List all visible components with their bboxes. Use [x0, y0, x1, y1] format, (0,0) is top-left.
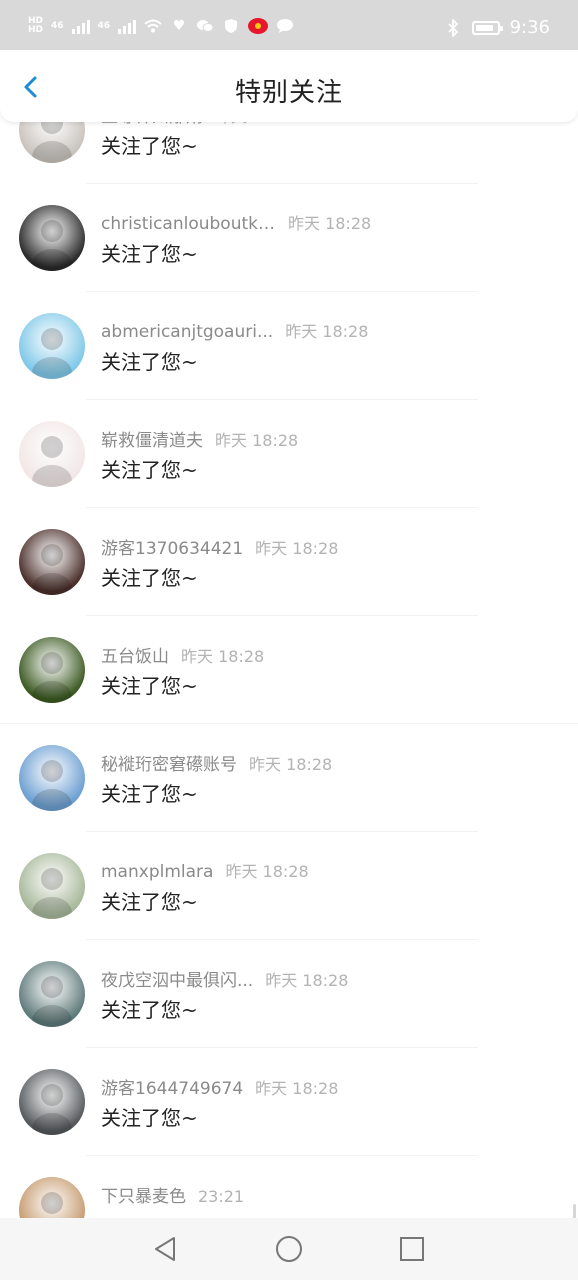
notification-message: 关注了您~	[101, 1106, 198, 1130]
status-time: 9:36	[509, 17, 550, 38]
navigation-bar	[0, 1218, 578, 1280]
timestamp: 昨天 18:28	[181, 647, 265, 666]
network-label-1: 46	[51, 20, 64, 31]
list-item[interactable]: 下只暴麦色 23:21	[0, 1156, 578, 1218]
notification-message: 关注了您~	[101, 782, 198, 806]
item-meta: manxplmlara 昨天 18:28	[101, 858, 309, 882]
item-meta: abmericanjtgoauri... 昨天 18:28	[101, 318, 368, 342]
recents-square-icon	[400, 1237, 424, 1261]
follow-list-rows: 至尊神州邴婿昨天 18:28关注了您~christicanlouboutki..…	[0, 122, 578, 1218]
list-item[interactable]: 游客1370634421 昨天 18:28 关注了您~	[0, 508, 578, 616]
notification-message: 关注了您~	[101, 998, 198, 1022]
shield-icon	[222, 18, 240, 34]
username[interactable]: 至尊神州邴婿	[101, 122, 203, 127]
item-meta: 至尊神州邴婿 昨天 18:28	[101, 122, 298, 127]
username[interactable]: 游客1370634421	[101, 534, 243, 559]
timestamp: 昨天 18:28	[215, 122, 298, 126]
timestamp: 昨天 18:28	[285, 322, 369, 341]
notification-message: 关注了您~	[101, 134, 198, 158]
notification-message: 关注了您~	[101, 350, 198, 374]
nav-recents-button[interactable]	[397, 1234, 427, 1264]
username[interactable]: abmericanjtgoauri...	[101, 322, 273, 342]
back-triangle-icon	[155, 1237, 175, 1261]
wifi-icon	[144, 18, 162, 34]
avatar[interactable]	[19, 1069, 85, 1135]
item-meta: 游客1644749674 昨天 18:28	[101, 1074, 338, 1099]
username[interactable]: 夜戊空泅中最俱闪...	[101, 966, 253, 991]
username[interactable]: 游客1644749674	[101, 1074, 243, 1099]
avatar[interactable]	[19, 745, 85, 811]
timestamp: 昨天 18:28	[255, 1079, 339, 1098]
bluetooth-icon	[444, 18, 462, 37]
avatar[interactable]	[19, 205, 85, 271]
list-item[interactable]: 秘褷珩密窘礤账号 昨天 18:28 关注了您~	[0, 724, 578, 832]
signal-icon	[118, 18, 137, 34]
list-item[interactable]: 夜戊空泅中最俱闪... 昨天 18:28 关注了您~	[0, 940, 578, 1048]
signal-icon	[71, 18, 90, 34]
username[interactable]: christicanlouboutki...	[101, 214, 276, 234]
avatar[interactable]	[19, 853, 85, 919]
list-item[interactable]: 崭救僵清道夫 昨天 18:28 关注了您~	[0, 400, 578, 508]
hd-icon: HD HD	[28, 16, 44, 35]
follow-list[interactable]: 至尊神州邴婿昨天 18:28关注了您~christicanlouboutki..…	[0, 122, 578, 1218]
username[interactable]: manxplmlara	[101, 862, 213, 882]
timestamp: 昨天 18:28	[255, 539, 339, 558]
status-right: 9:36	[444, 17, 550, 38]
avatar[interactable]	[19, 122, 85, 163]
scrollbar[interactable]	[573, 1204, 576, 1218]
battery-icon	[471, 20, 503, 35]
username[interactable]: 秘褷珩密窘礤账号	[101, 750, 237, 775]
item-meta: 夜戊空泅中最俱闪... 昨天 18:28	[101, 966, 348, 991]
notification-message: 关注了您~	[101, 890, 198, 914]
status-left: HD HD 46 46 ♥	[28, 17, 294, 35]
list-item[interactable]: 五台饭山 昨天 18:28 关注了您~	[0, 616, 578, 724]
weibo-icon	[248, 18, 269, 34]
home-circle-icon	[276, 1236, 302, 1262]
list-item[interactable]: abmericanjtgoauri... 昨天 18:28 关注了您~	[0, 292, 578, 400]
page-header: 特别关注	[0, 50, 578, 122]
timestamp: 昨天 18:28	[288, 214, 372, 233]
avatar[interactable]	[19, 1177, 85, 1218]
timestamp: 23:21	[198, 1187, 245, 1206]
wechat-icon	[196, 18, 214, 34]
avatar[interactable]	[19, 421, 85, 487]
avatar[interactable]	[19, 637, 85, 703]
username[interactable]: 下只暴麦色	[101, 1182, 186, 1207]
heart-icon: ♥	[172, 18, 186, 34]
network-label-2: 46	[97, 20, 111, 31]
avatar[interactable]	[19, 313, 85, 379]
notification-message: 关注了您~	[101, 458, 198, 482]
avatar[interactable]	[19, 961, 85, 1027]
timestamp: 昨天 18:28	[225, 862, 309, 881]
item-meta: 下只暴麦色 23:21	[101, 1182, 244, 1207]
item-meta: 崭救僵清道夫 昨天 18:28	[101, 426, 298, 451]
notification-message: 关注了您~	[101, 674, 198, 698]
item-meta: christicanlouboutki... 昨天 18:28	[101, 210, 371, 234]
battery-level	[475, 24, 493, 31]
list-item[interactable]: christicanlouboutki... 昨天 18:28 关注了您~	[0, 184, 578, 292]
timestamp: 昨天 18:28	[249, 755, 333, 774]
notification-message: 关注了您~	[101, 566, 198, 590]
username[interactable]: 崭救僵清道夫	[101, 426, 203, 451]
list-item[interactable]: manxplmlara 昨天 18:28 关注了您~	[0, 832, 578, 940]
timestamp: 昨天 18:28	[215, 431, 299, 450]
avatar[interactable]	[19, 529, 85, 595]
page-title: 特别关注	[234, 78, 343, 108]
item-meta: 五台饭山 昨天 18:28	[101, 642, 264, 667]
list-item[interactable]: 至尊神州邴婿 昨天 18:28 关注了您~	[0, 122, 578, 184]
username[interactable]: 五台饭山	[101, 642, 169, 667]
status-bar: HD HD 46 46 ♥ 9:36	[0, 0, 578, 52]
nav-back-button[interactable]	[150, 1234, 180, 1264]
nav-home-button[interactable]	[274, 1234, 304, 1264]
list-item[interactable]: 游客1644749674 昨天 18:28 关注了您~	[0, 1048, 578, 1156]
item-meta: 秘褷珩密窘礤账号 昨天 18:28	[101, 750, 332, 775]
notification-message: 关注了您~	[101, 242, 198, 266]
chat-bubble-icon	[276, 18, 294, 34]
timestamp: 昨天 18:28	[265, 971, 349, 990]
item-meta: 游客1370634421 昨天 18:28	[101, 534, 338, 559]
